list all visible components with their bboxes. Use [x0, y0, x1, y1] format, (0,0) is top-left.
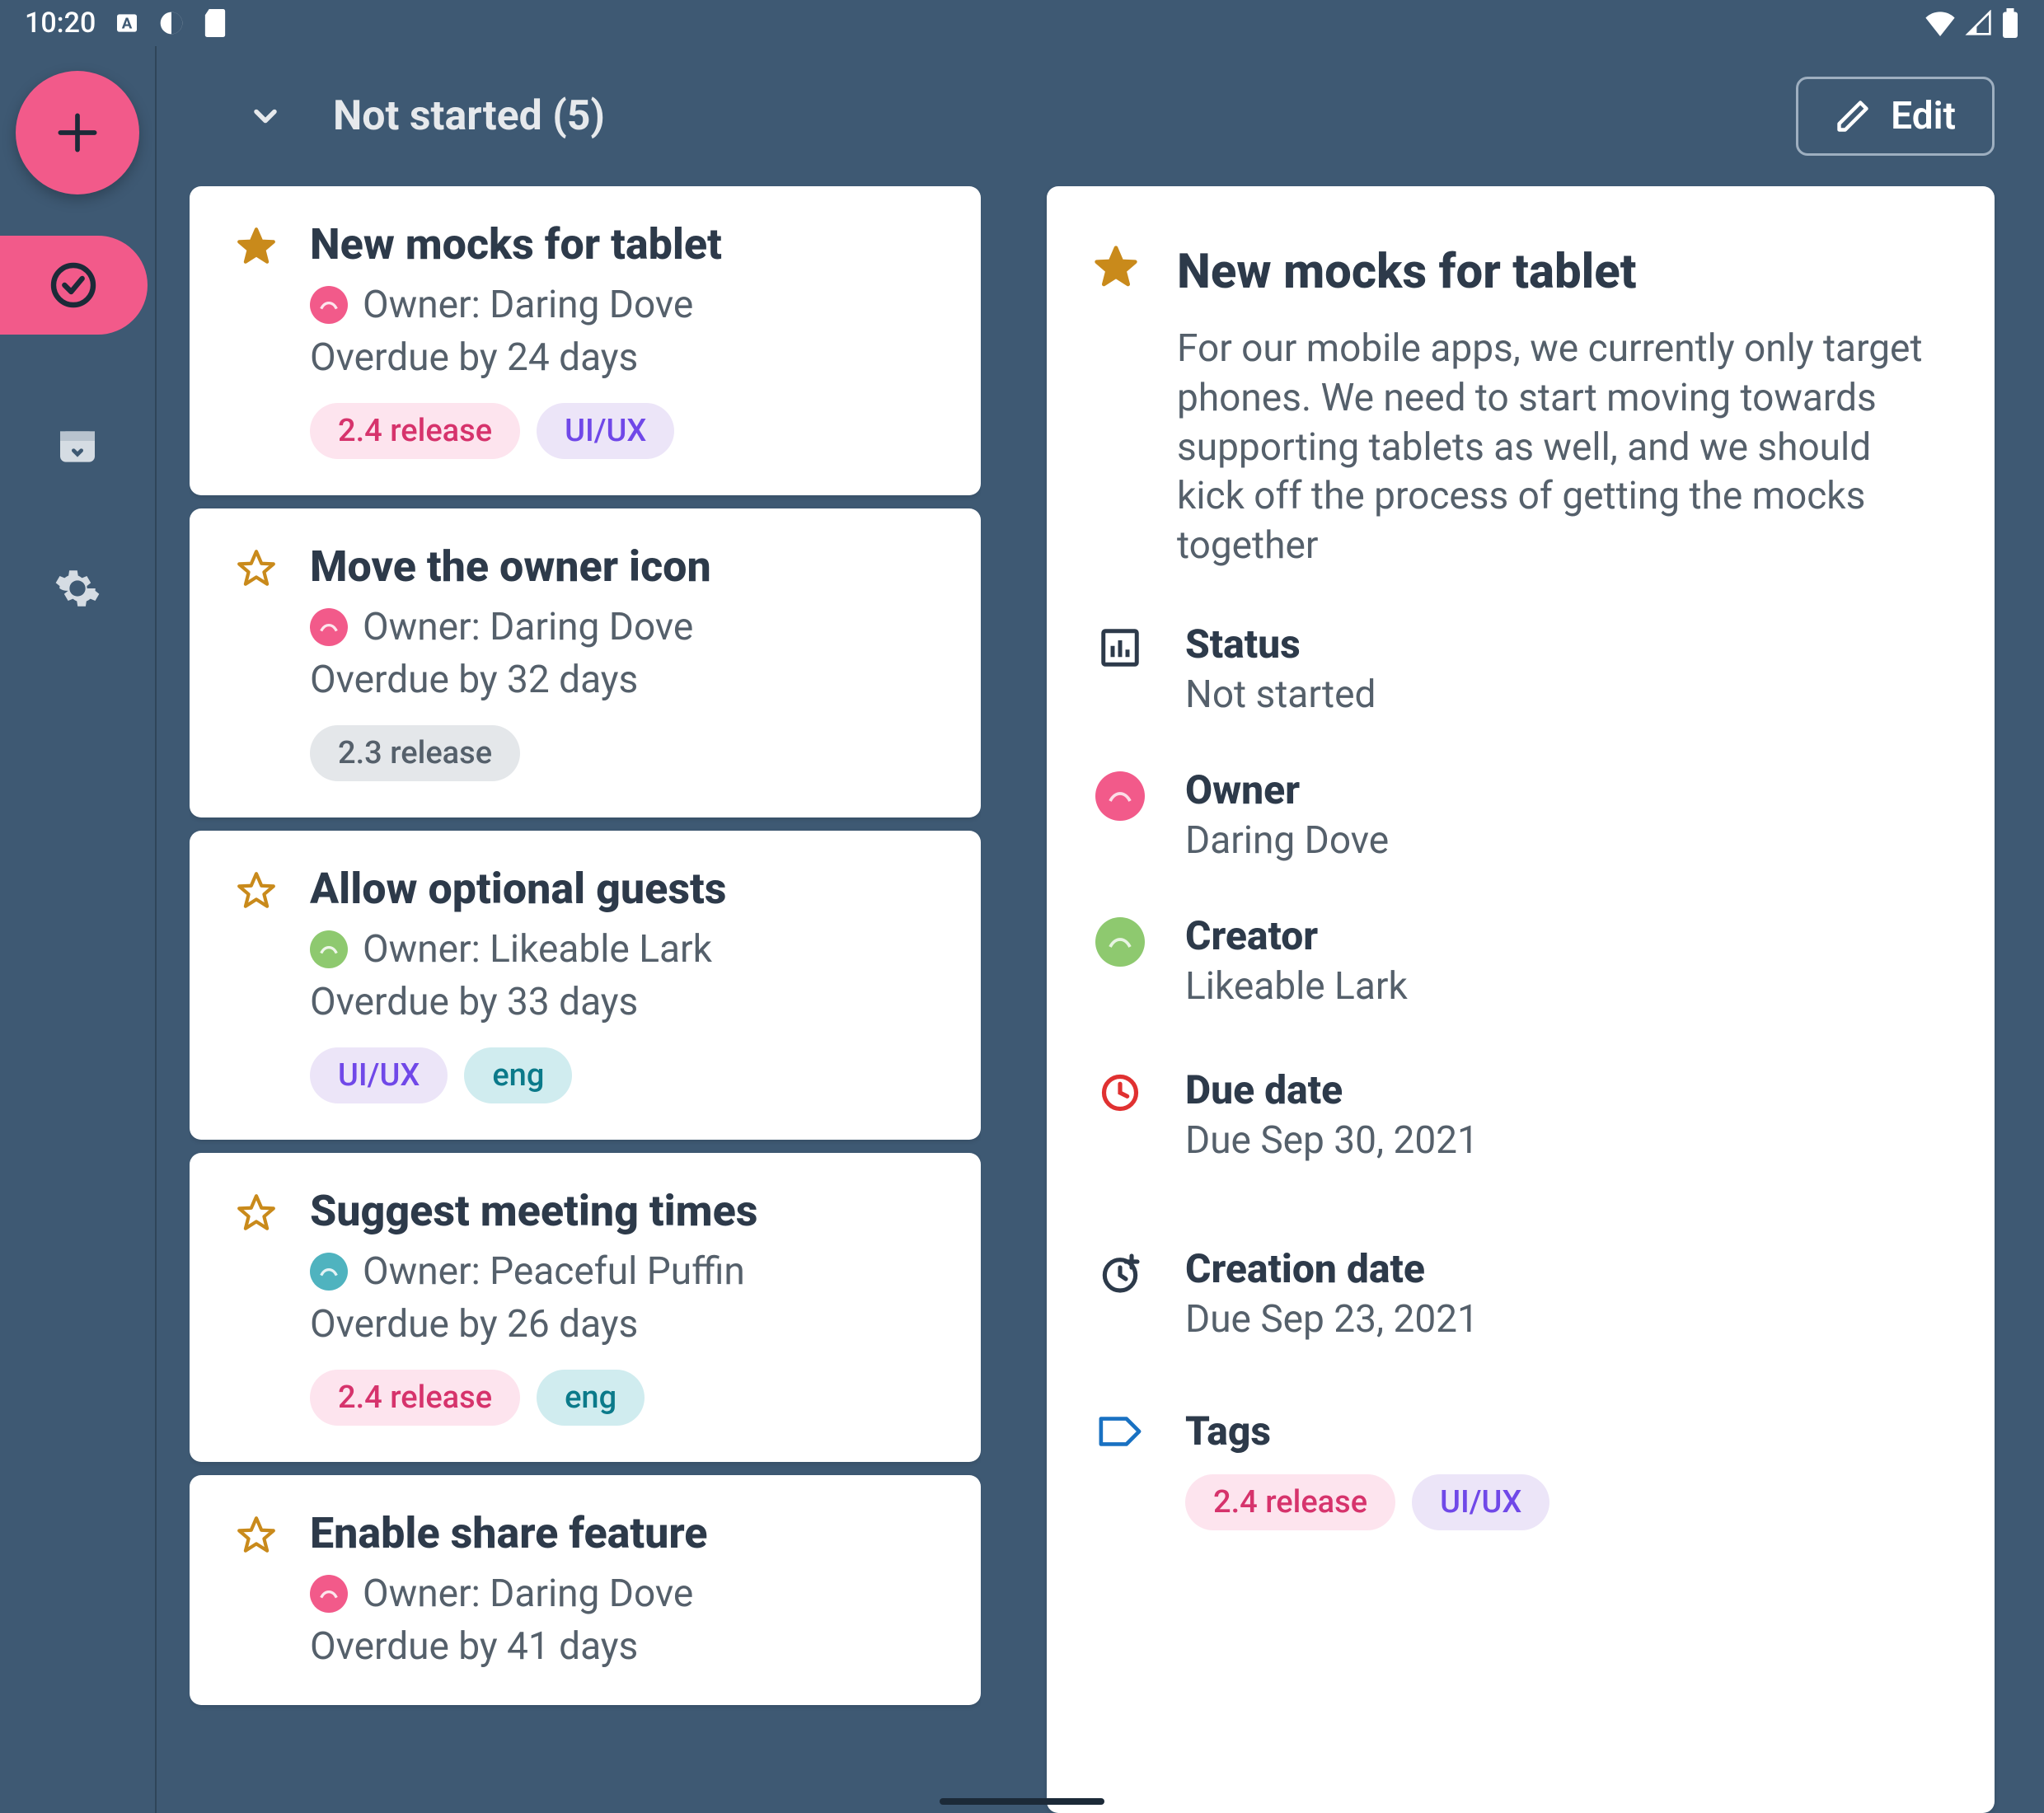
- star-icon[interactable]: [236, 219, 277, 459]
- detail-due-date: Due date Due Sep 30, 2021: [1093, 1066, 1937, 1163]
- detail-creator: Creator Likeable Lark: [1093, 912, 1937, 1009]
- task-owner: Owner: Daring Dove: [310, 605, 948, 649]
- tag-chip[interactable]: UI/UX: [310, 1047, 448, 1103]
- tag-chip[interactable]: eng: [464, 1047, 572, 1103]
- nav-settings[interactable]: [48, 559, 107, 618]
- tag-chip[interactable]: 2.4 release: [310, 403, 520, 459]
- field-label: Creator: [1185, 912, 1408, 959]
- task-owner: Owner: Daring Dove: [310, 1572, 948, 1616]
- add-button[interactable]: [16, 71, 139, 194]
- tag-chip[interactable]: 2.4 release: [310, 1370, 520, 1426]
- app-icon: [158, 10, 185, 36]
- tag-chip[interactable]: eng: [537, 1370, 645, 1426]
- nav-rail: [0, 46, 157, 1813]
- detail-status: Status Not started: [1093, 621, 1937, 717]
- task-owner: Owner: Likeable Lark: [310, 927, 948, 972]
- sd-card-icon: [203, 9, 227, 37]
- field-value: Not started: [1185, 672, 1376, 717]
- status-icon: [1093, 621, 1147, 717]
- field-label: Creation date: [1185, 1245, 1479, 1292]
- task-detail: New mocks for tablet For our mobile apps…: [1047, 186, 1995, 1813]
- wifi-icon: [1924, 10, 1957, 36]
- tag-chip[interactable]: 2.4 release: [1185, 1474, 1395, 1530]
- field-label: Tags: [1185, 1408, 1549, 1455]
- detail-creation-date: Creation date Due Sep 23, 2021: [1093, 1245, 1937, 1342]
- svg-text:A: A: [122, 15, 133, 33]
- task-overdue: Overdue by 26 days: [310, 1302, 948, 1347]
- task-list: New mocks for tablet Owner: Daring Dove …: [190, 186, 981, 1813]
- star-icon[interactable]: [236, 541, 277, 781]
- list-title: Not started (5): [333, 92, 605, 140]
- star-icon[interactable]: [236, 864, 277, 1103]
- task-overdue: Overdue by 32 days: [310, 658, 948, 702]
- clock-icon: [1093, 1066, 1147, 1163]
- chevron-down-icon[interactable]: [247, 98, 284, 134]
- detail-owner: Owner Daring Dove: [1093, 766, 1937, 863]
- keyboard-icon: A: [114, 10, 140, 36]
- star-icon[interactable]: [236, 1186, 277, 1426]
- task-title: Enable share feature: [310, 1508, 948, 1558]
- task-card[interactable]: Suggest meeting times Owner: Peaceful Pu…: [190, 1153, 981, 1462]
- task-card[interactable]: Move the owner icon Owner: Daring Dove O…: [190, 508, 981, 817]
- creator-icon: [1093, 912, 1147, 1009]
- task-card[interactable]: Enable share feature Owner: Daring Dove …: [190, 1475, 981, 1705]
- task-overdue: Overdue by 41 days: [310, 1624, 948, 1669]
- edit-button-label: Edit: [1891, 94, 1956, 138]
- field-label: Due date: [1185, 1066, 1479, 1113]
- field-value: Due Sep 23, 2021: [1185, 1297, 1479, 1342]
- edit-button[interactable]: Edit: [1796, 77, 1995, 156]
- task-overdue: Overdue by 33 days: [310, 980, 948, 1024]
- tag-chip[interactable]: UI/UX: [1412, 1474, 1549, 1530]
- nav-archive[interactable]: [48, 417, 107, 476]
- clock-plus-icon: [1093, 1245, 1147, 1342]
- task-title: Suggest meeting times: [310, 1186, 948, 1236]
- field-label: Owner: [1185, 766, 1389, 813]
- task-title: New mocks for tablet: [310, 219, 948, 269]
- task-owner: Owner: Peaceful Puffin: [310, 1249, 948, 1294]
- status-time: 10:20: [25, 7, 96, 40]
- task-card[interactable]: New mocks for tablet Owner: Daring Dove …: [190, 186, 981, 495]
- field-value: Daring Dove: [1185, 818, 1389, 863]
- tag-chip[interactable]: UI/UX: [537, 403, 674, 459]
- task-title: Move the owner icon: [310, 541, 948, 592]
- star-icon[interactable]: [236, 1508, 277, 1669]
- field-label: Status: [1185, 621, 1376, 668]
- battery-icon: [2001, 8, 2019, 38]
- task-overdue: Overdue by 24 days: [310, 335, 948, 380]
- tag-chip[interactable]: 2.3 release: [310, 725, 520, 781]
- signal-icon: [1965, 10, 1993, 36]
- task-card[interactable]: Allow optional guests Owner: Likeable La…: [190, 831, 981, 1140]
- list-header: Not started (5) Edit: [157, 46, 2044, 186]
- detail-description: For our mobile apps, we currently only t…: [1177, 325, 1937, 571]
- field-value: Likeable Lark: [1185, 964, 1408, 1009]
- task-owner: Owner: Daring Dove: [310, 283, 948, 327]
- tag-icon: [1093, 1408, 1147, 1530]
- task-title: Allow optional guests: [310, 864, 948, 914]
- nav-tasks-active[interactable]: [0, 236, 148, 335]
- star-icon[interactable]: [1093, 244, 1139, 571]
- detail-tags: Tags 2.4 release UI/UX: [1093, 1408, 1937, 1530]
- field-value: Due Sep 30, 2021: [1185, 1118, 1479, 1163]
- detail-title: New mocks for tablet: [1177, 244, 1937, 300]
- owner-icon: [1093, 766, 1147, 863]
- status-bar: 10:20 A: [0, 0, 2044, 46]
- home-indicator: [940, 1798, 1104, 1805]
